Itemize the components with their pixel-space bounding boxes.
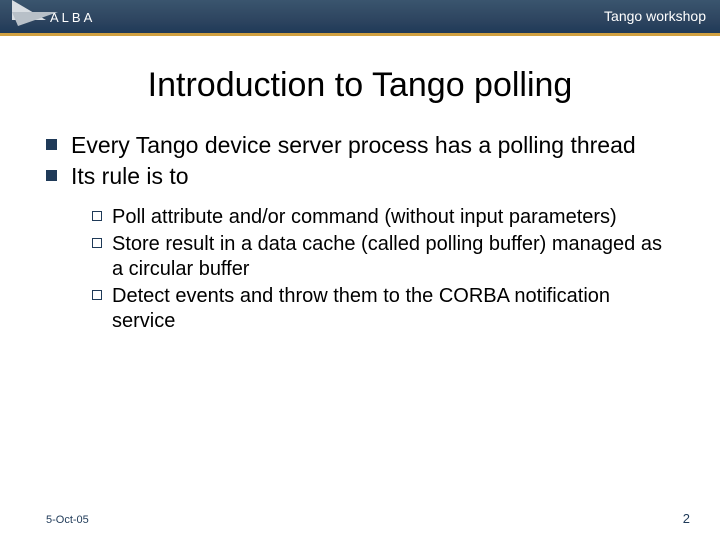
header-workshop-title: Tango workshop	[604, 8, 706, 24]
bullet-text: Its rule is to	[71, 162, 189, 191]
logo-text: ALBA	[50, 10, 95, 25]
footer-date: 5-Oct-05	[46, 514, 89, 526]
slide-title: Introduction to Tango polling	[0, 66, 720, 105]
bullet-level2: Store result in a data cache (called pol…	[92, 232, 674, 282]
square-bullet-hollow-icon	[92, 290, 102, 300]
sub-bullet-group: Poll attribute and/or command (without i…	[92, 205, 674, 334]
footer-page-number: 2	[683, 511, 690, 526]
sub-bullet-text: Store result in a data cache (called pol…	[112, 232, 674, 282]
square-bullet-filled-icon	[46, 170, 57, 181]
slide-body: Every Tango device server process has a …	[46, 131, 674, 334]
logo: ALBA	[0, 0, 130, 38]
bullet-level1: Its rule is to	[46, 162, 674, 191]
sub-bullet-text: Detect events and throw them to the CORB…	[112, 284, 674, 334]
bullet-text: Every Tango device server process has a …	[71, 131, 636, 160]
bullet-level2: Detect events and throw them to the CORB…	[92, 284, 674, 334]
header-bar: ALBA Tango workshop	[0, 0, 720, 36]
bullet-level1: Every Tango device server process has a …	[46, 131, 674, 160]
bullet-level2: Poll attribute and/or command (without i…	[92, 205, 674, 230]
square-bullet-hollow-icon	[92, 238, 102, 248]
square-bullet-hollow-icon	[92, 211, 102, 221]
sub-bullet-text: Poll attribute and/or command (without i…	[112, 205, 617, 230]
slide: ALBA Tango workshop Introduction to Tang…	[0, 0, 720, 540]
square-bullet-filled-icon	[46, 139, 57, 150]
